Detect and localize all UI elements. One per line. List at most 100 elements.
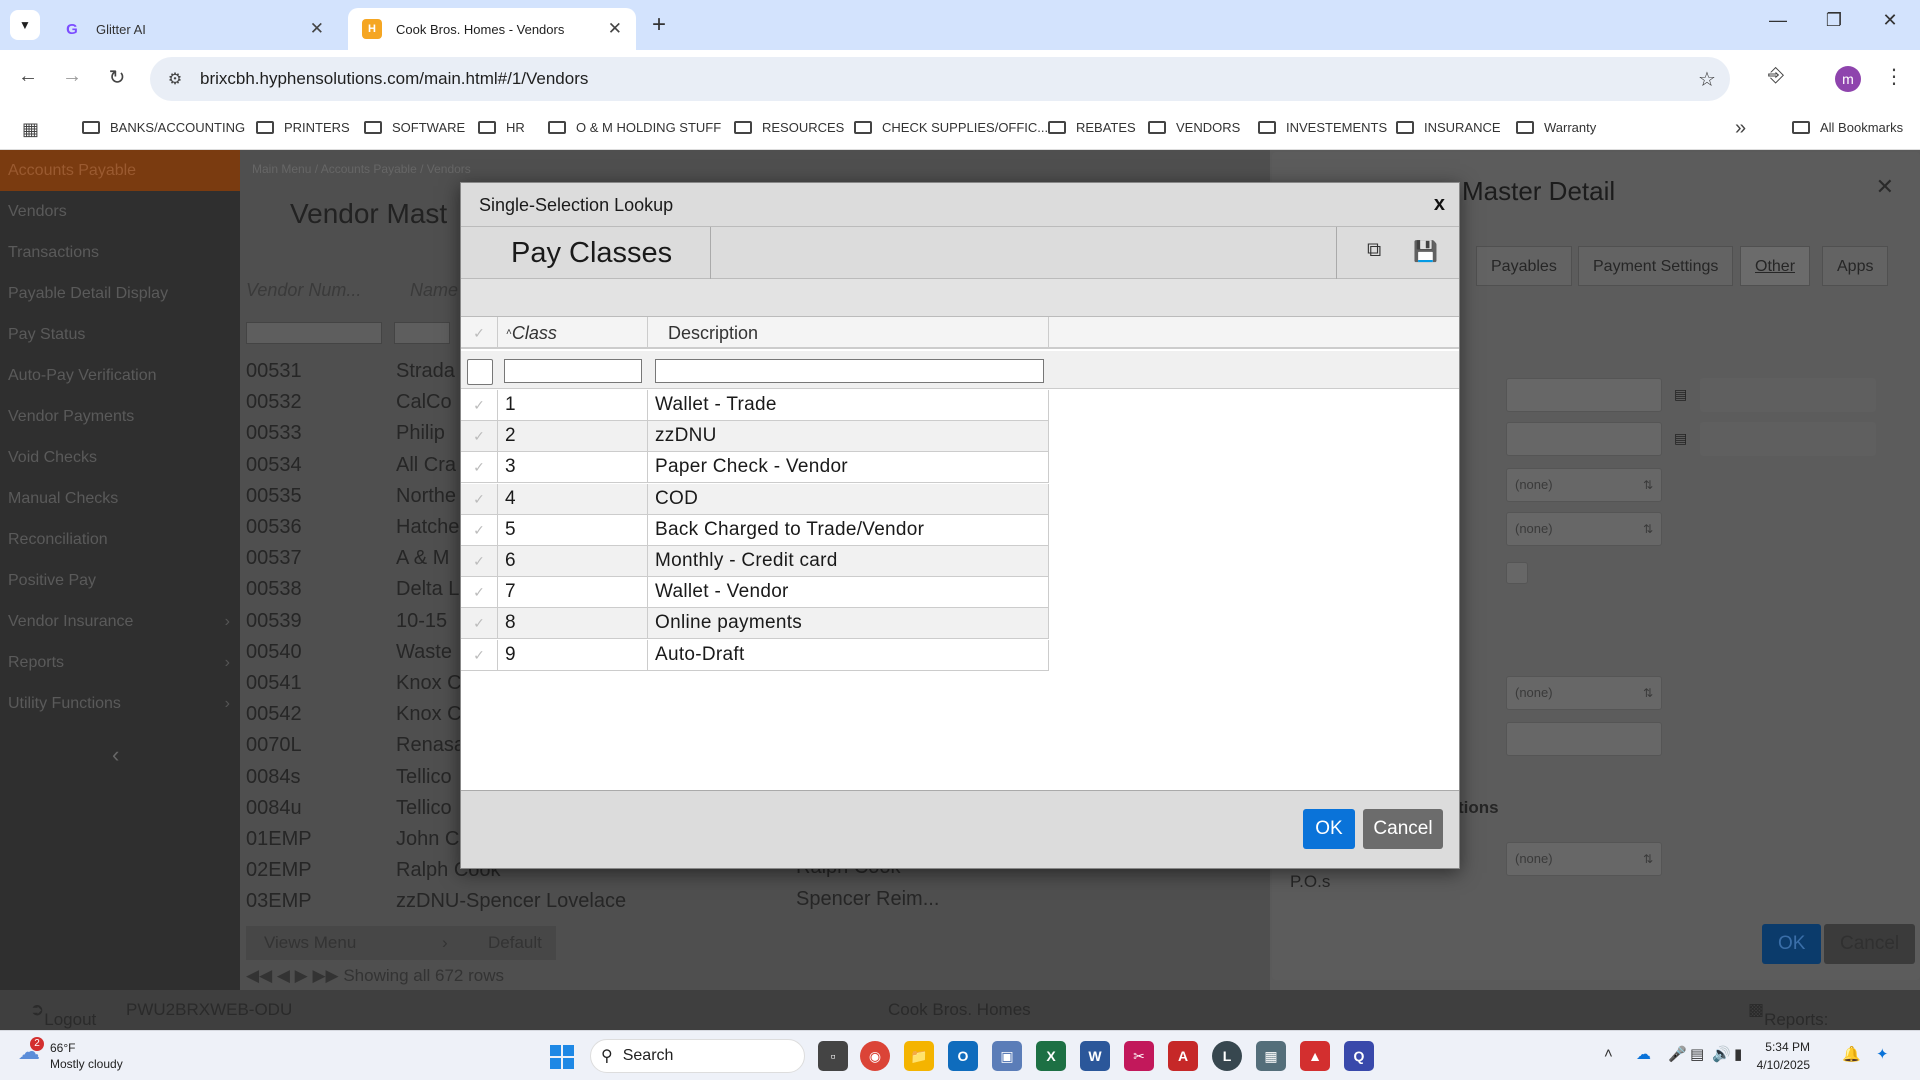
pager-controls-icon[interactable]: ◀◀ ◀ ▶ ▶▶	[246, 966, 343, 985]
row-check-icon[interactable]: ✓	[461, 577, 498, 608]
tab-apps[interactable]: Apps	[1822, 246, 1889, 286]
bookmark-folder[interactable]: INVESTEMENTS	[1258, 120, 1387, 135]
column-header-class[interactable]: ˄Class	[498, 317, 648, 349]
bookmark-folder[interactable]: PRINTERS	[256, 120, 350, 135]
clock-date[interactable]: 4/10/2025	[1744, 1058, 1810, 1072]
pay-class-row[interactable]: ✓ 5 Back Charged to Trade/Vendor	[461, 514, 1049, 546]
save-layout-icon[interactable]: 💾	[1413, 239, 1438, 264]
app-q-icon[interactable]: Q	[1344, 1041, 1374, 1071]
sidebar-item[interactable]: Accounts Payable	[0, 150, 240, 191]
taskbar-search[interactable]: ⚲ Search	[590, 1039, 805, 1073]
new-tab-button[interactable]: +	[652, 11, 666, 39]
close-icon[interactable]: ✕	[1876, 174, 1894, 200]
bookmark-folder[interactable]: HR	[478, 120, 525, 135]
default-view-button[interactable]: Default	[478, 926, 554, 960]
notifications-bell-icon[interactable]: 🔔	[1842, 1045, 1861, 1063]
tab-payables[interactable]: Payables	[1476, 246, 1572, 286]
bookmark-folder[interactable]: SOFTWARE	[364, 120, 465, 135]
remote-desktop-icon[interactable]: ▣	[992, 1041, 1022, 1071]
pay-class-row[interactable]: ✓ 9 Auto-Draft	[461, 639, 1049, 671]
detail-input[interactable]	[1506, 722, 1662, 756]
restore-icon[interactable]: ❐	[1814, 10, 1854, 31]
file-explorer-icon[interactable]: 📁	[904, 1041, 934, 1071]
windows-start-icon[interactable]	[550, 1045, 574, 1069]
show-hidden-icons-icon[interactable]: ˄	[1604, 1045, 1613, 1062]
name-filter[interactable]	[394, 322, 450, 344]
tab-glitter-ai[interactable]: G Glitter AI ✕	[48, 8, 338, 50]
chrome-icon[interactable]: ◉	[860, 1041, 890, 1071]
ok-button[interactable]: OK	[1303, 809, 1355, 849]
pay-class-row[interactable]: ✓ 2 zzDNU	[461, 421, 1049, 453]
volume-icon[interactable]: 🔊	[1712, 1045, 1731, 1063]
column-header-description[interactable]: Description	[648, 317, 1049, 349]
all-bookmarks[interactable]: All Bookmarks	[1792, 120, 1903, 135]
row-check-icon[interactable]: ✓	[461, 639, 498, 670]
profile-avatar[interactable]: m	[1835, 66, 1861, 92]
sidebar-item[interactable]: Vendors	[0, 191, 240, 232]
vendor-num-filter[interactable]	[246, 322, 382, 344]
word-icon[interactable]: W	[1080, 1041, 1110, 1071]
column-header-vendor-num[interactable]: Vendor Num...	[246, 280, 361, 301]
clock-time[interactable]: 5:34 PM	[1754, 1040, 1810, 1054]
bookmark-folder[interactable]: CHECK SUPPLIES/OFFIC...	[854, 120, 1048, 135]
sidebar-item[interactable]: Pay Status	[0, 314, 240, 355]
sidebar-item[interactable]: Reconciliation	[0, 519, 240, 560]
column-chooser-icon[interactable]: ⧉	[1367, 239, 1381, 262]
pay-class-row[interactable]: ✓ 8 Online payments	[461, 608, 1049, 640]
sidebar-item[interactable]: Auto-Pay Verification	[0, 355, 240, 396]
column-header-name[interactable]: Name	[410, 280, 458, 301]
bookmark-folder[interactable]: RESOURCES	[734, 120, 844, 135]
row-check-icon[interactable]: ✓	[461, 608, 498, 639]
onedrive-icon[interactable]: ☁	[1636, 1045, 1651, 1063]
detail-select[interactable]: (none) ⇅	[1506, 512, 1662, 546]
pay-class-row[interactable]: ✓ 1 Wallet - Trade	[461, 390, 1049, 421]
bookmark-folder[interactable]: INSURANCE	[1396, 120, 1501, 135]
tab-search-button[interactable]: ▼	[10, 10, 40, 40]
logout-link[interactable]: ➲ Logout	[30, 1000, 96, 1029]
acrobat-icon[interactable]: ▲	[1300, 1041, 1330, 1071]
close-tab-icon[interactable]: ✕	[310, 19, 324, 39]
microphone-icon[interactable]: 🎤	[1668, 1045, 1687, 1063]
sidebar-item[interactable]: Void Checks	[0, 437, 240, 478]
class-filter-input[interactable]	[504, 359, 642, 383]
sidebar-item[interactable]: Reports ›	[0, 642, 240, 683]
forward-arrow-icon[interactable]: →	[57, 65, 87, 88]
cancel-button[interactable]: Cancel	[1363, 809, 1443, 849]
pay-class-row[interactable]: ✓ 3 Paper Check - Vendor	[461, 452, 1049, 484]
app-l-icon[interactable]: L	[1212, 1041, 1242, 1071]
battery-icon[interactable]: ▮	[1734, 1045, 1742, 1063]
sidebar-item[interactable]: Utility Functions ›	[0, 683, 240, 724]
dialog-close-button[interactable]: x	[1434, 193, 1445, 216]
access-icon[interactable]: A	[1168, 1041, 1198, 1071]
extensions-icon[interactable]: ⎆	[1768, 64, 1784, 87]
row-check-icon[interactable]: ✓	[461, 452, 498, 483]
row-check-icon[interactable]: ✓	[461, 483, 498, 514]
sidebar-item[interactable]: Transactions	[0, 232, 240, 273]
bookmark-star-icon[interactable]: ☆	[1684, 67, 1730, 92]
back-arrow-icon[interactable]: ←	[13, 65, 43, 88]
address-bar[interactable]: ⚙ brixcbh.hyphensolutions.com/main.html#…	[150, 57, 1730, 101]
sidebar-item[interactable]: Payable Detail Display	[0, 273, 240, 314]
close-tab-icon[interactable]: ✕	[608, 19, 622, 39]
network-icon[interactable]: ▤	[1690, 1045, 1704, 1063]
detail-select[interactable]: (none) ⇅	[1506, 468, 1662, 502]
bookmark-folder[interactable]: BANKS/ACCOUNTING	[82, 120, 245, 135]
sidebar-item[interactable]: Vendor Insurance ›	[0, 601, 240, 642]
filter-checkbox[interactable]	[467, 359, 493, 385]
description-filter-input[interactable]	[655, 359, 1044, 383]
detail-select[interactable]: (none) ⇅	[1506, 676, 1662, 710]
row-check-icon[interactable]: ✓	[461, 421, 498, 452]
row-check-icon[interactable]: ✓	[461, 514, 498, 545]
bookmark-folder[interactable]: Warranty	[1516, 120, 1596, 135]
pay-class-row[interactable]: ✓ 4 COD	[461, 483, 1049, 515]
pay-class-row[interactable]: ✓ 7 Wallet - Vendor	[461, 577, 1049, 609]
detail-input[interactable]	[1506, 422, 1662, 456]
weather-condition[interactable]: Mostly cloudy	[50, 1057, 123, 1071]
bookmark-folder[interactable]: VENDORS	[1148, 120, 1240, 135]
pay-class-row[interactable]: ✓ 6 Monthly - Credit card	[461, 546, 1049, 577]
snipping-tool-icon[interactable]: ✂	[1124, 1041, 1154, 1071]
bookmark-folder[interactable]: O & M HOLDING STUFF	[548, 120, 721, 135]
minimize-icon[interactable]: —	[1758, 10, 1798, 31]
excel-icon[interactable]: X	[1036, 1041, 1066, 1071]
apps-grid-icon[interactable]: ▦	[22, 119, 39, 140]
